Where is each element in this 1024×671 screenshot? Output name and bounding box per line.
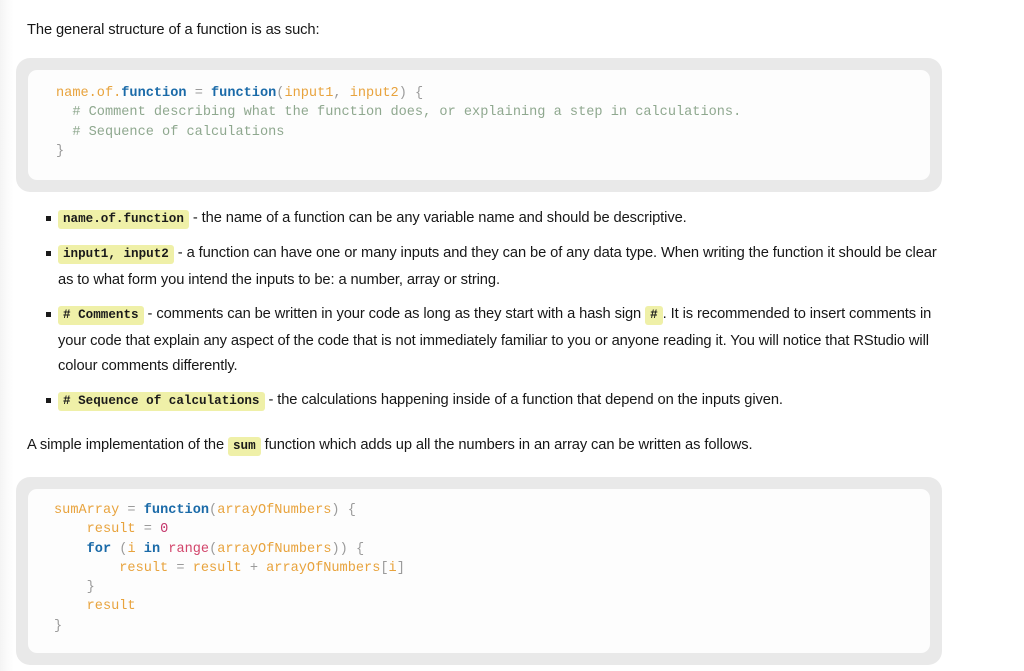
code-token-punct: ) { [331, 503, 356, 518]
code-token-punct: } [56, 143, 65, 159]
code-token-fn: range [168, 541, 210, 557]
code-token-kw: for [86, 541, 112, 557]
list-item: # Comments - comments can be written in … [27, 302, 937, 379]
code-token-kw: function [143, 503, 210, 518]
intro-paragraph: The general structure of a function is a… [27, 22, 320, 38]
code-token-punct [54, 542, 87, 557]
list-item-text: - a function can have one or many inputs… [58, 245, 937, 288]
code-token-kw: in [143, 541, 161, 557]
code-token-punct [54, 522, 87, 537]
code-token-punct: = [168, 560, 193, 576]
code-block-sum-array: sumArray = function(arrayOfNumbers) { re… [16, 477, 942, 665]
code-token-punct: ( [209, 503, 218, 518]
code-text-sum-array-implementation[interactable]: sumArray = function(arrayOfNumbers) { re… [54, 501, 914, 636]
sum-intro-text-before: A simple implementation of the [27, 437, 228, 453]
code-token-var: input2 [349, 86, 399, 101]
list-item: # Sequence of calculations - the calcula… [27, 388, 937, 414]
inline-code-term: name.of.function [58, 210, 189, 229]
code-token-punct: ] [396, 560, 405, 576]
code-token-punct: ( [111, 541, 128, 557]
code-token-var: i [388, 560, 397, 576]
inline-code-sum: sum [228, 437, 261, 456]
code-token-punct [136, 542, 144, 557]
code-block-general-structure: name.of.function = function(input1, inpu… [16, 58, 942, 192]
code-token-punct [54, 561, 119, 576]
list-item: name.of.function - the name of a functio… [27, 206, 937, 232]
inline-code-term: # Sequence of calculations [58, 392, 265, 412]
code-token-punct: )) { [331, 541, 365, 557]
code-token-var: sumArray [54, 503, 120, 518]
code-token-punct: = [135, 522, 161, 538]
code-token-punct: , [333, 86, 350, 101]
code-token-punct: } [54, 580, 95, 596]
code-token-comment: # Sequence of calculations [56, 124, 285, 140]
list-item: input1, input2 - a function can have one… [27, 241, 937, 293]
inline-code-hash: # [645, 306, 663, 326]
code-token-num: 0 [160, 522, 169, 538]
code-token-var: i [127, 541, 136, 557]
code-token-punct: } [54, 618, 63, 634]
sum-intro-paragraph: A simple implementation of the sum funct… [27, 433, 753, 459]
function-parts-list: name.of.function - the name of a functio… [27, 206, 937, 424]
code-token-punct: [ [380, 560, 389, 576]
code-token-var: input1 [284, 86, 334, 101]
code-text-general-function-structure[interactable]: name.of.function = function(input1, inpu… [56, 84, 914, 161]
inline-code-term: input1, input2 [58, 245, 174, 265]
inline-code-term: # Comments [58, 306, 144, 326]
code-token-var: result [119, 560, 169, 576]
code-surface: sumArray = function(arrayOfNumbers) { re… [28, 489, 930, 653]
code-token-punct: + [241, 560, 267, 576]
code-token-kw: function [121, 86, 187, 101]
code-token-var: arrayOfNumbers [217, 503, 332, 518]
code-surface: name.of.function = function(input1, inpu… [28, 70, 930, 180]
code-token-punct: ) { [398, 86, 424, 101]
code-token-kw: function [211, 86, 277, 101]
code-token-comment: # Comment describing what the function d… [56, 105, 742, 121]
code-token-var: arrayOfNumbers [266, 560, 381, 576]
code-token-var: result [86, 599, 136, 615]
list-item-text: - comments can be written in your code a… [143, 306, 646, 323]
code-token-punct: = [119, 503, 144, 518]
code-token-var: arrayOfNumbers [217, 541, 332, 557]
code-token-var: result [192, 560, 242, 576]
list-item-text: - the calculations happening inside of a… [264, 392, 783, 409]
code-token-var: result [86, 522, 136, 538]
code-token-punct: = [186, 86, 212, 101]
sum-intro-text-after: function which adds up all the numbers i… [260, 437, 753, 453]
code-token-var: name.of. [56, 86, 122, 101]
page-edge-shadow [0, 0, 14, 671]
list-item-text: - the name of a function can be any vari… [188, 210, 687, 226]
code-token-punct [54, 599, 87, 614]
